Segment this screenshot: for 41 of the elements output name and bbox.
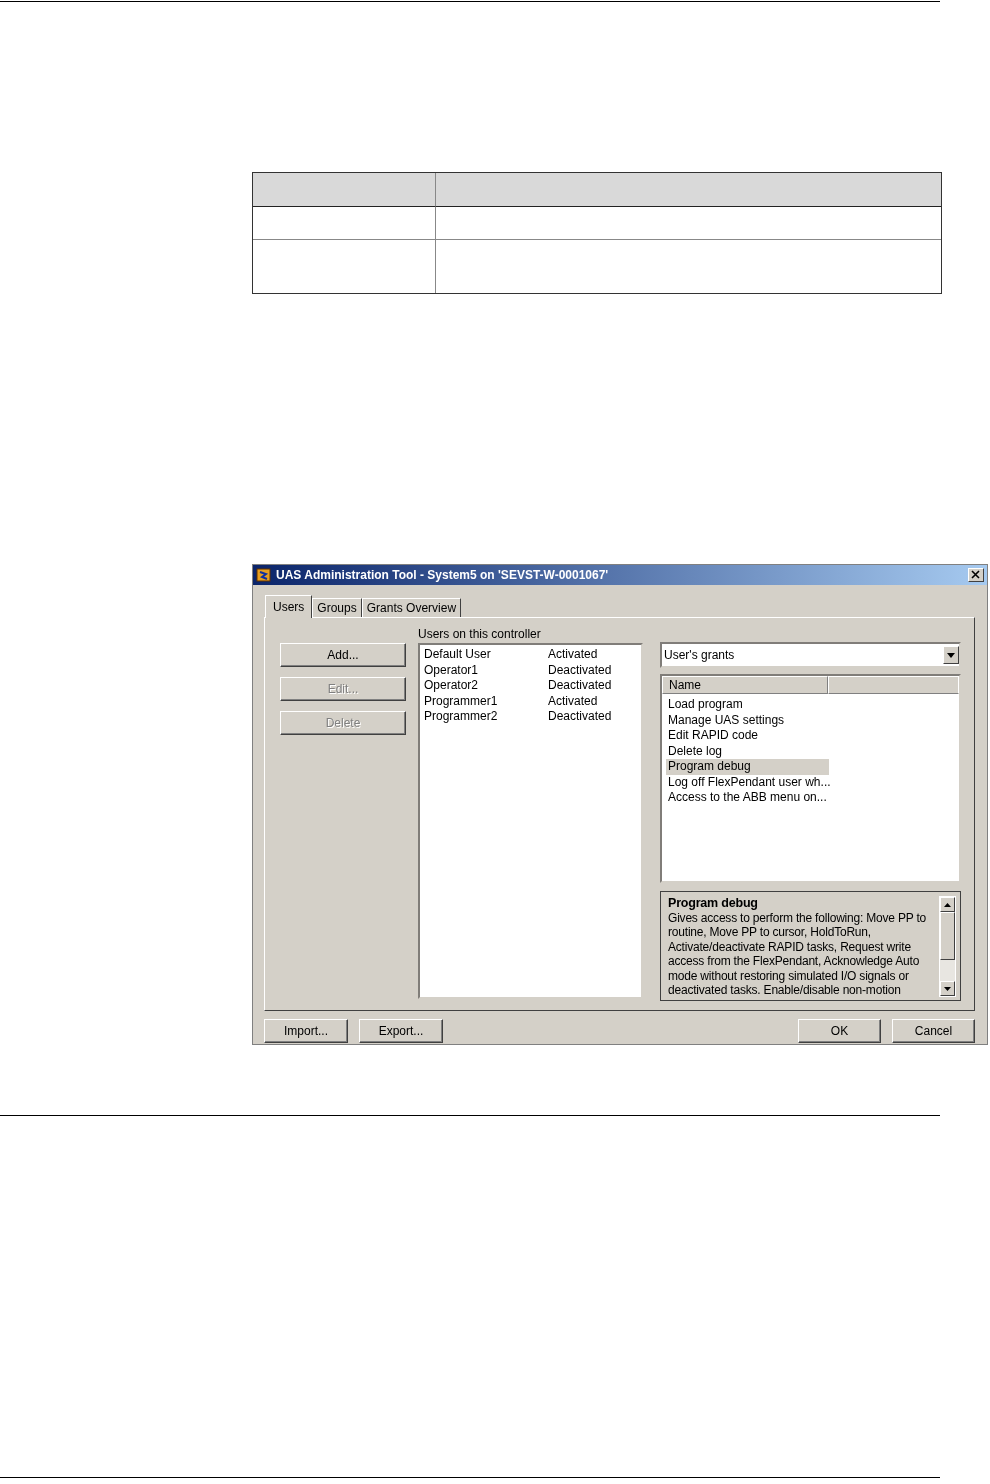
tab[interactable]: Grants Overview — [361, 598, 462, 617]
grant-item[interactable]: Manage UAS settings — [666, 712, 829, 728]
grant-item[interactable]: Program debug — [666, 759, 829, 775]
grant-item[interactable]: Edit RAPID code — [666, 728, 829, 744]
tab[interactable]: Users — [265, 595, 313, 618]
user-status: Deactivated — [548, 678, 612, 694]
footer-button[interactable]: Cancel — [892, 1019, 975, 1043]
dropdown-arrow-icon[interactable] — [947, 652, 955, 658]
user-action-button[interactable]: Add... — [280, 643, 406, 667]
user-name[interactable]: Default User — [424, 647, 548, 663]
dropdown-value: User's grants — [664, 648, 735, 662]
user-status: Activated — [548, 693, 598, 709]
column-header[interactable] — [828, 676, 959, 694]
user-name[interactable]: Operator2 — [424, 678, 548, 694]
grant-item[interactable]: Log off FlexPendant user wh... — [666, 774, 829, 790]
description-title: Program debug — [668, 896, 759, 911]
description-text: Gives access to perform the following: Move PP to routine, Move PP to cursor, HoldToRun, Activate/deactivate RAPID tasks, Request write access from the FlexPendant, Acknowledge Auto mode without restoring simulated I/O signals or deactivated tasks. Enable/disable non-motion — [668, 910, 928, 997]
user-name[interactable]: Operator1 — [424, 662, 548, 678]
scroll-down-icon[interactable] — [944, 986, 951, 991]
app-icon — [256, 567, 272, 583]
footer-button[interactable]: Export... — [359, 1019, 443, 1043]
footer-button[interactable]: Import... — [264, 1019, 348, 1043]
users-list[interactable]: Default User Activated Operator1 Deactivated Operator2 Deactivated Programmer1 Activated Programmer2 Deactivated — [418, 643, 643, 999]
column-header[interactable]: Name — [662, 676, 828, 694]
tab[interactable]: Groups — [312, 598, 362, 617]
close-button[interactable] — [968, 568, 984, 582]
user-name[interactable]: Programmer1 — [424, 693, 548, 709]
user-status: Deactivated — [548, 662, 612, 678]
window-title: UAS Administration Tool - System5 on 'SEVST-W-0001067' — [276, 568, 610, 582]
view-dropdown[interactable]: User's grants — [660, 642, 961, 668]
users-list-label: Users on this controller — [418, 626, 542, 643]
user-status: Activated — [548, 647, 598, 663]
grant-item[interactable]: Access to the ABB menu on... — [666, 790, 829, 806]
grants-list[interactable]: Name Load program Manage UAS settings Edit RAPID code Delete log Program debug Log off FlexPendant user wh... Access to the ABB menu on... — [660, 674, 961, 883]
grant-item[interactable]: Delete log — [666, 743, 829, 759]
user-status: Deactivated — [548, 709, 612, 725]
footer-button[interactable]: OK — [798, 1019, 881, 1043]
scrollbar[interactable] — [939, 896, 956, 997]
grant-item[interactable]: Load program — [666, 697, 829, 713]
scroll-up-icon[interactable] — [944, 902, 951, 907]
user-name[interactable]: Programmer2 — [424, 709, 548, 725]
